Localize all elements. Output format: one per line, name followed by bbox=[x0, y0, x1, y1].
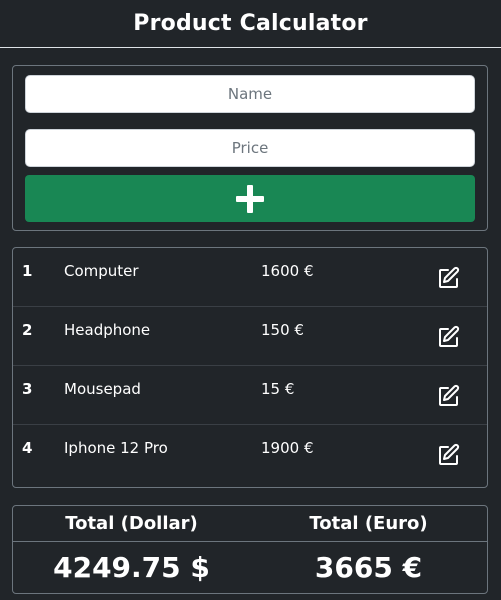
product-index: 4 bbox=[22, 439, 33, 457]
product-row: 3 Mousepad 15 € bbox=[13, 366, 487, 425]
add-product-button[interactable] bbox=[25, 175, 475, 222]
product-name: Headphone bbox=[64, 321, 151, 339]
product-price: 1600 € bbox=[261, 262, 314, 280]
totals-header: Total (Dollar) Total (Euro) bbox=[13, 506, 487, 542]
product-index: 1 bbox=[22, 262, 33, 280]
plus-icon bbox=[236, 184, 264, 213]
edit-icon bbox=[439, 443, 460, 465]
total-euro-label: Total (Euro) bbox=[309, 513, 428, 534]
product-name: Computer bbox=[64, 262, 139, 280]
product-name: Iphone 12 Pro bbox=[64, 439, 168, 457]
total-dollar-label: Total (Dollar) bbox=[65, 513, 198, 534]
edit-icon bbox=[439, 325, 460, 347]
product-row: 4 Iphone 12 Pro 1900 € bbox=[13, 425, 487, 484]
totals-panel: Total (Dollar) Total (Euro) 4249.75 $ 36… bbox=[12, 505, 488, 594]
edit-product-button[interactable] bbox=[437, 265, 463, 291]
app-header: Product Calculator bbox=[0, 0, 501, 48]
edit-icon bbox=[439, 266, 460, 288]
product-index: 2 bbox=[22, 321, 33, 339]
product-row: 1 Computer 1600 € bbox=[13, 248, 487, 307]
total-euro-value: 3665 € bbox=[314, 551, 423, 584]
edit-icon bbox=[439, 384, 460, 406]
product-price: 1900 € bbox=[261, 439, 314, 457]
edit-product-button[interactable] bbox=[437, 442, 463, 468]
product-list: 1 Computer 1600 € 2 Headphone 150 € 3 Mo… bbox=[12, 247, 488, 488]
product-price: 150 € bbox=[261, 321, 304, 339]
total-dollar-value: 4249.75 $ bbox=[53, 551, 210, 584]
app-title: Product Calculator bbox=[133, 11, 368, 36]
product-row: 2 Headphone 150 € bbox=[13, 307, 487, 366]
name-input[interactable] bbox=[25, 75, 475, 113]
product-name: Mousepad bbox=[64, 380, 141, 398]
product-price: 15 € bbox=[261, 380, 295, 398]
add-product-form bbox=[12, 65, 488, 231]
edit-product-button[interactable] bbox=[437, 383, 463, 409]
totals-values: 4249.75 $ 3665 € bbox=[13, 542, 487, 593]
price-input[interactable] bbox=[25, 129, 475, 167]
edit-product-button[interactable] bbox=[437, 324, 463, 350]
product-index: 3 bbox=[22, 380, 33, 398]
